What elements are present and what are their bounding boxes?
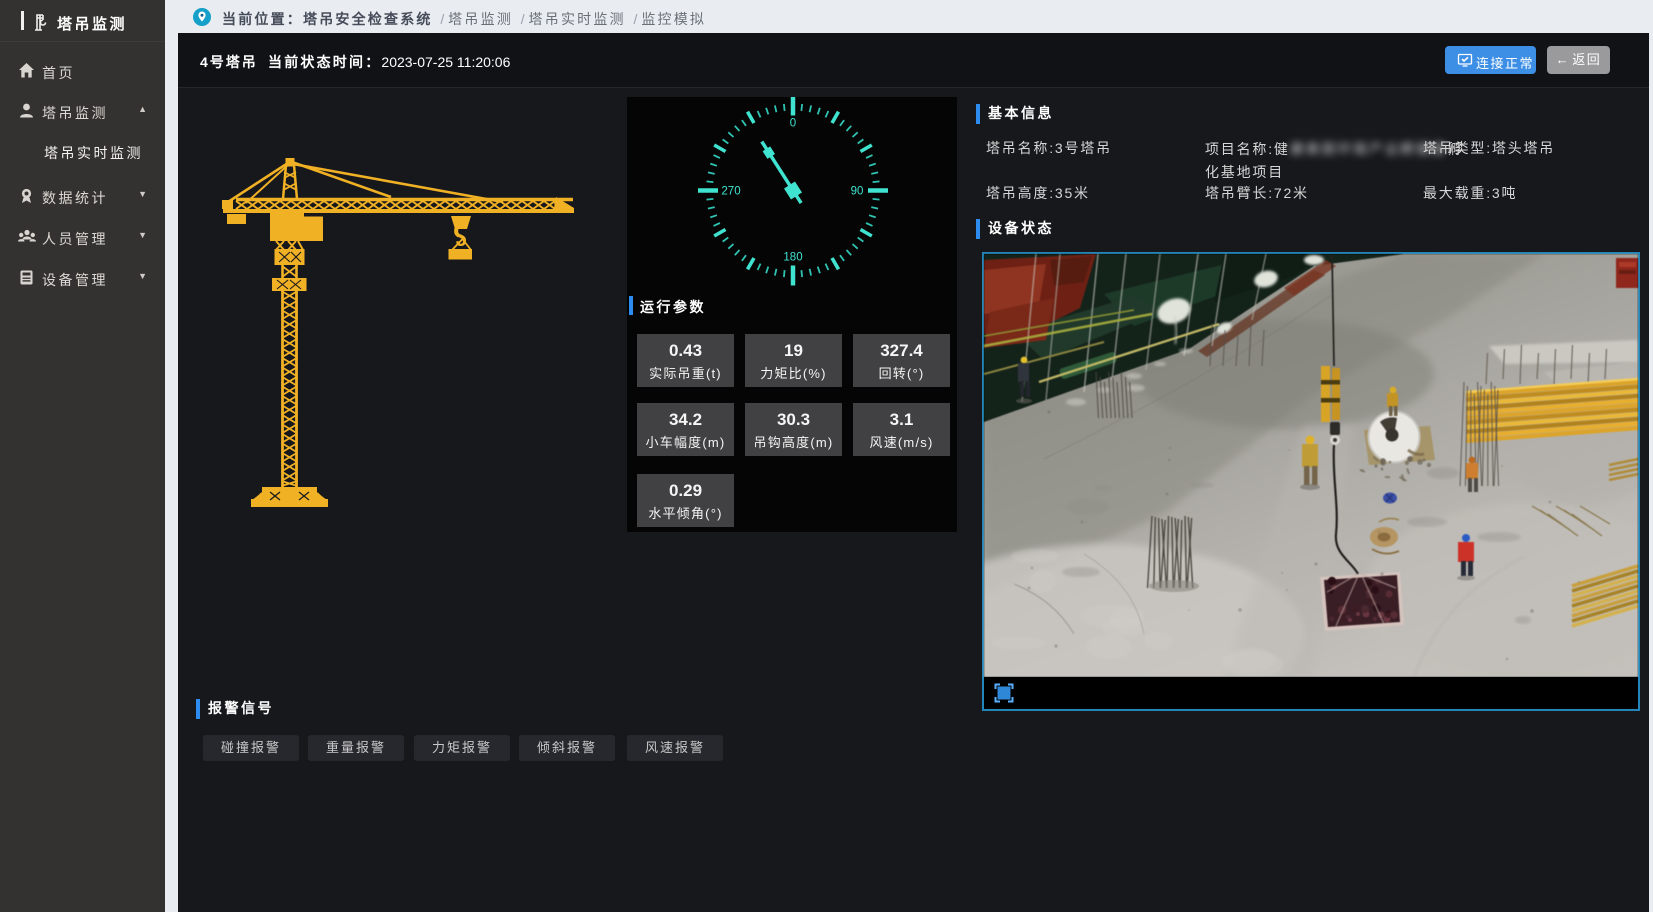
svg-text:270: 270 (721, 186, 740, 198)
svg-text:180: 180 (783, 252, 802, 264)
svg-text:0: 0 (790, 118, 796, 130)
svg-text:90: 90 (851, 186, 864, 198)
